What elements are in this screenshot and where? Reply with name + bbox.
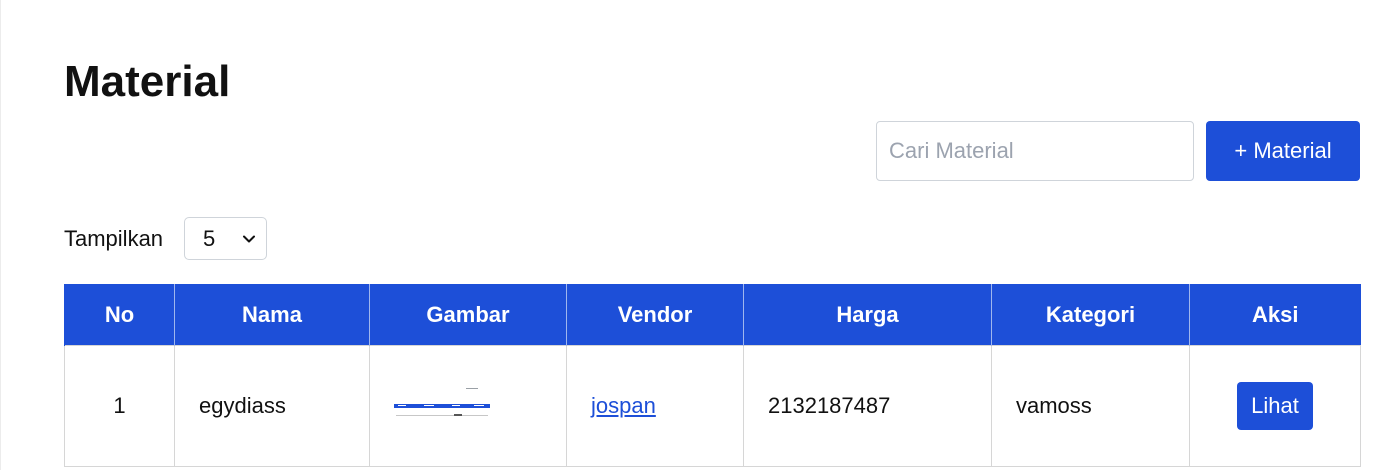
table-header-row: No Nama Gambar Vendor Harga Kategori Aks…	[64, 284, 1361, 346]
cell-kategori: vamoss	[991, 345, 1190, 467]
page-title: Material	[64, 57, 231, 106]
cell-gambar	[369, 345, 567, 467]
cell-no: 1	[64, 345, 175, 467]
column-header-aksi[interactable]: Aksi	[1189, 284, 1361, 346]
view-button[interactable]: Lihat	[1237, 382, 1313, 430]
page-size-label: Tampilkan	[64, 226, 164, 251]
column-header-no[interactable]: No	[64, 284, 175, 346]
material-table: No Nama Gambar Vendor Harga Kategori Aks…	[64, 284, 1361, 467]
table-row: 1 egydiass jospan 2132187487 vamoss Liha…	[64, 345, 1361, 467]
column-header-vendor[interactable]: Vendor	[566, 284, 744, 346]
vendor-link[interactable]: jospan	[591, 393, 656, 418]
page: Material + Material Tampilkan 5 No Nama …	[0, 0, 1378, 470]
column-header-nama[interactable]: Nama	[174, 284, 370, 346]
add-material-button[interactable]: + Material	[1206, 121, 1360, 181]
page-size-select[interactable]: 5	[184, 217, 267, 260]
search-input[interactable]	[876, 121, 1194, 181]
cell-vendor: jospan	[566, 345, 744, 467]
column-header-harga[interactable]: Harga	[743, 284, 992, 346]
chevron-down-icon	[243, 235, 255, 243]
column-header-gambar[interactable]: Gambar	[369, 284, 567, 346]
column-header-kategori[interactable]: Kategori	[991, 284, 1190, 346]
cell-aksi: Lihat	[1189, 345, 1361, 467]
material-thumbnail-image	[394, 384, 492, 428]
cell-nama: egydiass	[174, 345, 370, 467]
cell-harga: 2132187487	[743, 345, 992, 467]
page-size-value: 5	[203, 225, 216, 251]
